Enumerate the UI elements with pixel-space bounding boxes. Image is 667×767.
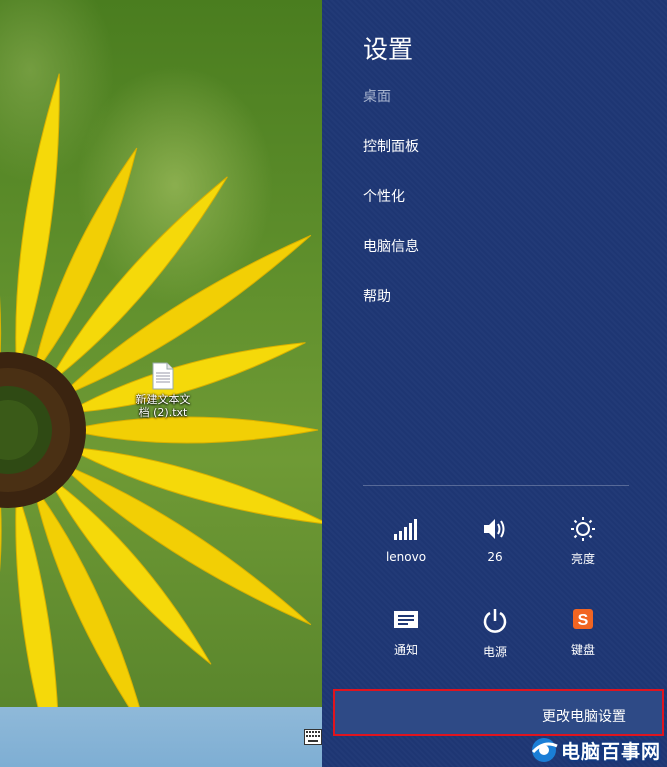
charm-subtitle: 桌面 — [363, 89, 391, 105]
tile-notifications-label: 通知 — [393, 643, 418, 657]
tile-keyboard[interactable]: S 键盘 — [548, 607, 618, 658]
sunflower-petal — [67, 416, 319, 444]
notification-icon — [394, 611, 418, 628]
tile-brightness[interactable]: 亮度 — [548, 516, 618, 567]
menu-item-personalization[interactable]: 个性化 — [363, 186, 405, 206]
tile-power[interactable]: 电源 — [460, 607, 530, 660]
tile-volume[interactable]: 26 — [460, 516, 530, 564]
divider — [363, 485, 629, 486]
change-pc-settings-label: 更改电脑设置 — [542, 709, 626, 725]
tile-notifications[interactable]: 通知 — [371, 607, 441, 658]
menu-item-help[interactable]: 帮助 — [363, 286, 391, 306]
sogou-keyboard-icon: S — [573, 609, 593, 629]
sunflower-petal — [0, 489, 2, 738]
watermark: 电脑百事网 — [527, 735, 661, 765]
touch-keyboard-icon[interactable] — [304, 729, 322, 745]
tile-brightness-label: 亮度 — [570, 552, 595, 566]
volume-icon — [484, 519, 505, 539]
svg-text:S: S — [578, 612, 589, 629]
power-icon — [483, 609, 507, 633]
tile-volume-label: 26 — [487, 550, 503, 564]
taskbar — [0, 707, 322, 767]
watermark-text: 电脑百事网 — [560, 740, 661, 763]
charm-title: 设置 — [363, 35, 414, 64]
menu-item-control-panel[interactable]: 控制面板 — [363, 136, 419, 156]
settings-charm: 设置 桌面 控制面板 个性化 电脑信息 帮助 lenovo 26 亮度 通知 电… — [322, 0, 667, 767]
desktop-file-label-line1: 新建文本文 — [135, 393, 191, 406]
menu-item-pc-info[interactable]: 电脑信息 — [363, 236, 419, 256]
desktop: 新建文本文 档 (2).txt — [0, 0, 322, 767]
tile-power-label: 电源 — [482, 645, 507, 659]
watermark-logo-icon — [531, 738, 558, 762]
brightness-icon — [571, 517, 595, 541]
tile-network-label: lenovo — [385, 550, 427, 564]
tile-keyboard-label: 键盘 — [570, 643, 595, 657]
change-pc-settings-button[interactable]: 更改电脑设置 — [333, 689, 664, 736]
text-file-icon — [152, 362, 174, 390]
sunflower-petal — [0, 98, 2, 371]
desktop-file-label-line2: 档 (2).txt — [138, 406, 188, 419]
tile-network[interactable]: lenovo — [371, 516, 441, 564]
network-signal-icon — [394, 519, 417, 540]
desktop-file-txt[interactable]: 新建文本文 档 (2).txt — [130, 362, 196, 419]
